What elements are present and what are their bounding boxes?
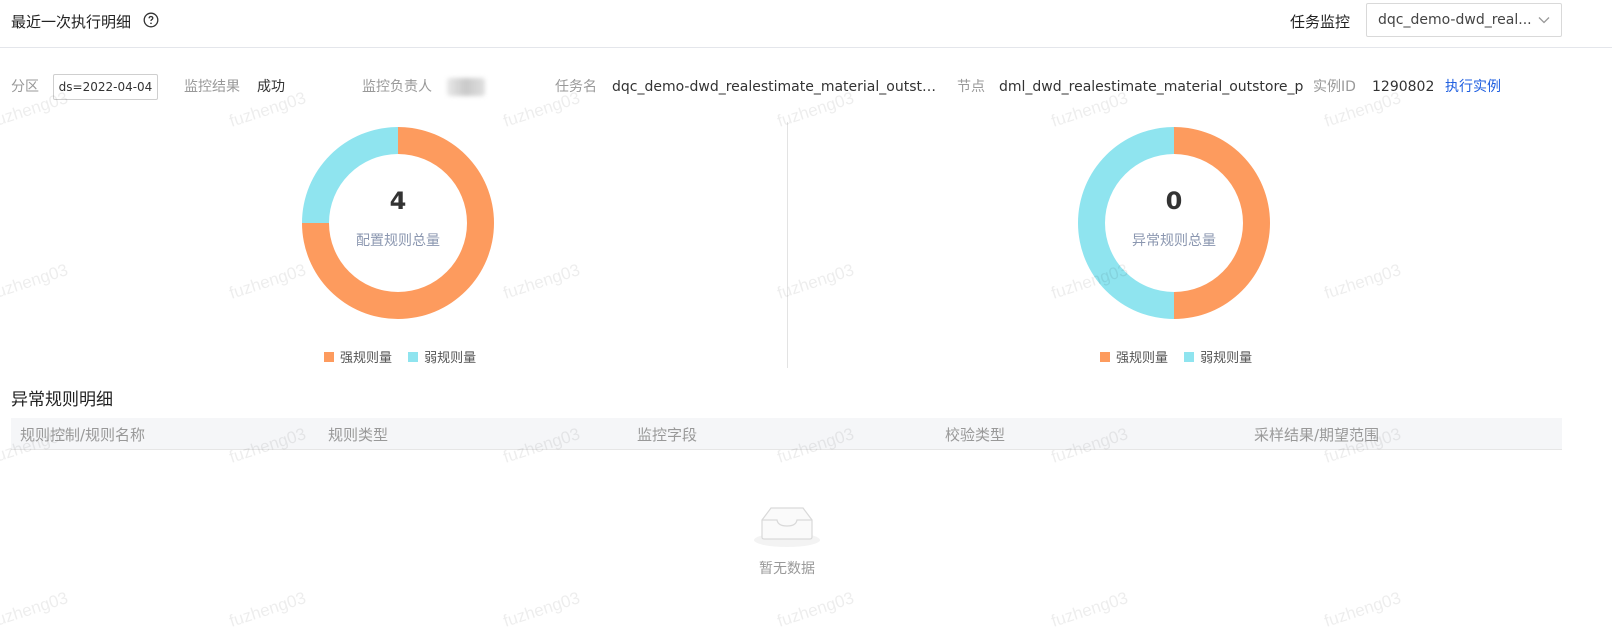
partition-label: 分区 [11,79,39,95]
legend-swatch [324,351,334,362]
config-rules-total: 4 [389,187,407,215]
abnormal-rules-section-title: 异常规则明细 [11,390,113,410]
config-rules-legend: 强规则量 弱规则量 [324,347,488,366]
column-header-check-type: 校验类型 [945,426,1006,444]
watermark-text: fuzheng03 [1321,260,1404,303]
legend-swatch [408,351,419,362]
empty-text: 暂无数据 [759,561,815,577]
node-label: 节点 [957,79,985,95]
watermark-text: fuzheng03 [1321,588,1404,629]
execution-instance-link[interactable]: 执行实例 [1445,76,1501,98]
legend-item-strong[interactable]: 强规则量 [324,347,392,366]
chart-divider [787,122,788,368]
column-header-monitor-field: 监控字段 [637,426,698,444]
column-header-sample-result: 采样结果/期望范围 [1254,426,1380,444]
task-select-value: dqc_demo-dwd_real... [1378,12,1532,28]
abnormal-rules-chart: 0 异常规则总量 [1064,120,1284,330]
donut-slice-weak[interactable] [1078,127,1174,319]
owner-avatar-blurred [447,78,485,96]
owner-label: 监控负责人 [362,79,432,95]
abnormal-rules-donut [1078,127,1270,319]
task-monitor-label: 任务监控 [1290,13,1351,31]
instance-id-label: 实例ID [1313,79,1356,95]
watermark-text: fuzheng03 [1048,588,1131,629]
legend-swatch [1184,351,1195,362]
result-label: 监控结果 [184,79,240,95]
task-name-value: dqc_demo-dwd_realestimate_material_outst… [612,79,942,95]
watermark-text: fuzheng03 [0,588,71,629]
donut-slice-strong[interactable] [1174,127,1270,319]
config-rules-chart: 4 配置规则总量 [288,120,508,330]
watermark-text: fuzheng03 [500,260,583,303]
legend-item-strong[interactable]: 强规则量 [1100,347,1168,366]
empty-inbox-icon [754,507,820,547]
legend-label: 强规则量 [340,351,393,366]
watermark-text: fuzheng03 [774,588,857,629]
page-header: 最近一次执行明细 任务监控 dqc_demo-dwd_real... [0,0,1612,48]
task-name-label: 任务名 [555,79,597,95]
legend-label: 弱规则量 [424,351,477,366]
result-value: 成功 [257,79,285,95]
watermark-text: fuzheng03 [226,588,309,629]
column-header-rule-name: 规则控制/规则名称 [20,426,146,444]
legend-label: 弱规则量 [1200,351,1253,366]
chevron-down-icon [1538,17,1550,24]
page-title: 最近一次执行明细 [11,13,132,31]
abnormal-rules-total: 0 [1165,187,1183,215]
watermark-text: fuzheng03 [500,588,583,629]
column-header-rule-type: 规则类型 [328,426,389,444]
legend-item-weak[interactable]: 弱规则量 [408,347,476,366]
legend-swatch [1100,351,1110,362]
table-header: 规则控制/规则名称 规则类型 监控字段 校验类型 采样结果/期望范围 [11,418,1562,450]
watermark-text: fuzheng03 [0,260,71,303]
config-rules-label: 配置规则总量 [356,233,440,249]
help-icon[interactable] [143,12,159,28]
abnormal-rules-legend: 强规则量 弱规则量 [1100,347,1264,366]
instance-id-value: 1290802 [1372,79,1435,95]
node-value: dml_dwd_realestimate_material_outstore_p [999,79,1304,95]
partition-tag: ds=2022-04-04 [53,74,158,100]
legend-label: 强规则量 [1116,351,1169,366]
task-select[interactable]: dqc_demo-dwd_real... [1366,3,1562,37]
legend-item-weak[interactable]: 弱规则量 [1184,347,1252,366]
abnormal-rules-label: 异常规则总量 [1132,233,1216,249]
config-rules-donut [302,127,494,319]
